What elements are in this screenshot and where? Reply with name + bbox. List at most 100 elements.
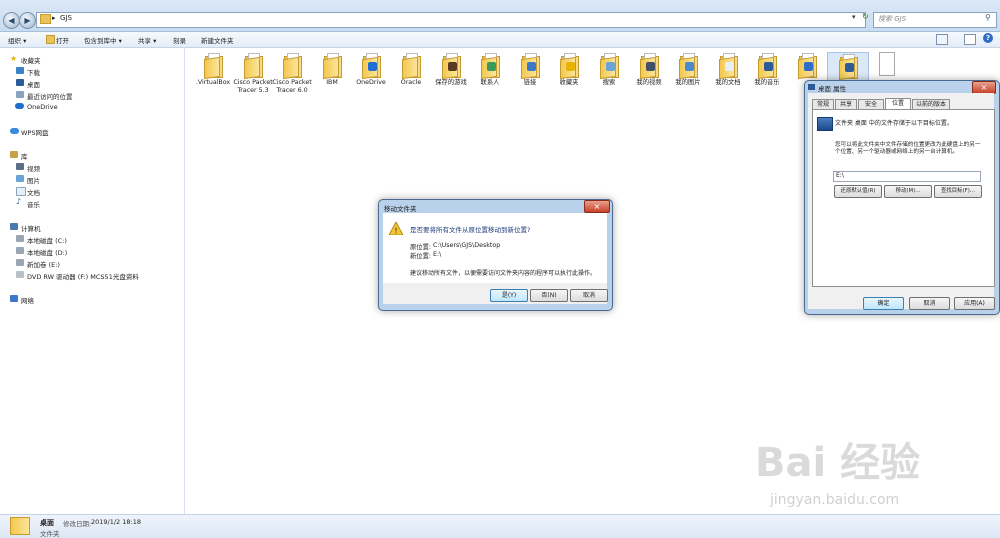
find-target-button[interactable]: 查找目标(F)...: [934, 185, 982, 198]
library-header[interactable]: 库: [21, 151, 28, 161]
file-label: 我的文档: [715, 79, 741, 86]
open-button[interactable]: 打开: [56, 35, 69, 45]
favorites-header[interactable]: 收藏夹: [21, 55, 41, 65]
to-path: E:\: [433, 251, 442, 258]
cancel-button[interactable]: 取消: [909, 297, 950, 310]
file-item[interactable]: Cisco Packet Tracer 6.0: [272, 52, 312, 95]
file-label: 我的图片: [675, 79, 701, 86]
file-label: 收藏夹: [559, 79, 579, 86]
forward-button[interactable]: ▶: [19, 12, 36, 29]
search-placeholder: 搜索 GJS: [878, 15, 907, 23]
search-icon[interactable]: ⚲: [985, 13, 991, 22]
nav-item-recent[interactable]: 最近访问的位置: [27, 91, 73, 101]
nav-item-music[interactable]: 音乐: [27, 199, 40, 209]
file-item[interactable]: .VirtualBox: [193, 52, 233, 87]
file-item[interactable]: [827, 52, 869, 81]
new-folder-button[interactable]: 新建文件夹: [201, 35, 234, 45]
refresh-icon[interactable]: ↻: [862, 12, 869, 21]
share-button[interactable]: 共享 ▾: [138, 35, 156, 45]
file-item[interactable]: [787, 52, 827, 80]
location-tab-panel: [812, 109, 995, 287]
nav-item-network[interactable]: 网络: [21, 295, 34, 305]
file-item[interactable]: IBM: [312, 52, 352, 87]
file-label: OneDrive: [356, 79, 386, 86]
cancel-button[interactable]: 取消: [570, 289, 608, 302]
organize-button[interactable]: 组织 ▾: [8, 35, 26, 45]
folder-icon: [797, 52, 817, 80]
breadcrumb-separator: ▸: [52, 14, 56, 22]
nav-item-documents[interactable]: 文档: [27, 187, 40, 197]
file-item[interactable]: 收藏夹: [549, 52, 589, 87]
svg-text:!: !: [394, 227, 397, 236]
file-item[interactable]: 我的视频: [629, 52, 669, 87]
nav-item-wps[interactable]: WPS网盘: [21, 127, 48, 137]
preview-pane-icon[interactable]: [964, 34, 976, 45]
file-item[interactable]: 我的音乐: [747, 52, 787, 87]
restore-default-button[interactable]: 还原默认值(R): [834, 185, 882, 198]
location-path-field[interactable]: [833, 171, 981, 182]
nav-item-drive-e[interactable]: 新加卷 (E:): [27, 259, 60, 269]
folder-icon: [40, 14, 51, 24]
file-item[interactable]: 链接: [510, 52, 550, 87]
apply-button[interactable]: 应用(A): [954, 297, 995, 310]
nav-item-videos[interactable]: 视频: [27, 163, 40, 173]
details-pane: [0, 514, 1000, 538]
move-dialog-title: 移动文件夹: [384, 205, 417, 213]
move-dialog-advice: 建议移动所有文件，以便需要访问文件夹内容的程序可以执行此操作。: [410, 270, 597, 277]
folder-icon: [520, 52, 540, 80]
nav-item-pictures[interactable]: 图片: [27, 175, 40, 185]
music-icon: ♪: [16, 197, 22, 206]
address-dropdown-icon[interactable]: ▾: [852, 13, 856, 21]
folder-icon: [361, 52, 381, 80]
help-icon[interactable]: ?: [983, 33, 993, 43]
close-icon[interactable]: ×: [584, 200, 610, 213]
file-item[interactable]: 搜索: [589, 52, 629, 87]
file-item[interactable]: 我的图片: [668, 52, 708, 87]
breadcrumb-gjs[interactable]: GJS: [60, 14, 72, 22]
status-modified-value: 2019/1/2 18:18: [91, 518, 141, 526]
nav-item-desktop[interactable]: 桌面: [27, 79, 40, 89]
file-label: 我的视频: [636, 79, 662, 86]
file-item[interactable]: Cisco Packet Tracer 5.3: [233, 52, 273, 95]
nav-item-drive-c[interactable]: 本地磁盘 (C:): [27, 235, 67, 245]
file-label: 我的音乐: [754, 79, 780, 86]
address-input[interactable]: [36, 12, 866, 28]
computer-header[interactable]: 计算机: [21, 223, 41, 233]
file-item[interactable]: OneDrive: [351, 52, 391, 87]
location-description: 文件夹 桌面 中的文件存储于以下目标位置。: [835, 120, 953, 127]
move-button[interactable]: 移动(M)...: [884, 185, 932, 198]
nav-item-dvd-drive[interactable]: DVD RW 驱动器 (F:) MCS51光盘资料: [27, 271, 139, 281]
move-dialog-question: 是否要将所有文件从原位置移动到新位置?: [410, 226, 531, 234]
file-item[interactable]: 联系人: [470, 52, 510, 87]
no-button[interactable]: 否(N): [530, 289, 568, 302]
include-in-library-button[interactable]: 包含到库中 ▾: [84, 35, 122, 45]
documents-icon: [16, 187, 26, 196]
folder-icon: [480, 52, 500, 80]
library-icon: [10, 151, 18, 158]
folder-icon: [441, 52, 461, 80]
back-button[interactable]: ◀: [3, 12, 20, 29]
file-item[interactable]: 保存的游戏: [431, 52, 471, 87]
nav-item-downloads[interactable]: 下载: [27, 67, 40, 77]
baidu-watermark-url: jingyan.baidu.com: [770, 492, 900, 508]
folder-icon: [639, 52, 659, 80]
baidu-watermark-logo: Bai 经验: [755, 440, 921, 486]
yes-button[interactable]: 是(Y): [490, 289, 528, 302]
desktop-icon: [16, 79, 24, 86]
view-options-icon[interactable]: [936, 34, 948, 45]
location-path-value: E:\: [836, 172, 844, 179]
file-label: 联系人: [480, 79, 500, 86]
file-label: Cisco Packet Tracer 6.0: [272, 79, 312, 94]
desktop-icon: [817, 117, 833, 131]
ok-button[interactable]: 确定: [863, 297, 904, 310]
nav-item-drive-d[interactable]: 本地磁盘 (D:): [27, 247, 67, 257]
star-icon: ★: [10, 54, 18, 63]
status-item-name: 桌面: [40, 519, 54, 527]
file-label: .VirtualBox: [195, 79, 231, 86]
file-item[interactable]: 我的文档: [708, 52, 748, 87]
wps-cloud-icon: [10, 128, 19, 134]
file-item[interactable]: Oracle: [391, 52, 431, 87]
burn-button[interactable]: 刻录: [173, 35, 186, 45]
file-item[interactable]: [866, 52, 906, 79]
nav-item-onedrive[interactable]: OneDrive: [27, 103, 58, 111]
